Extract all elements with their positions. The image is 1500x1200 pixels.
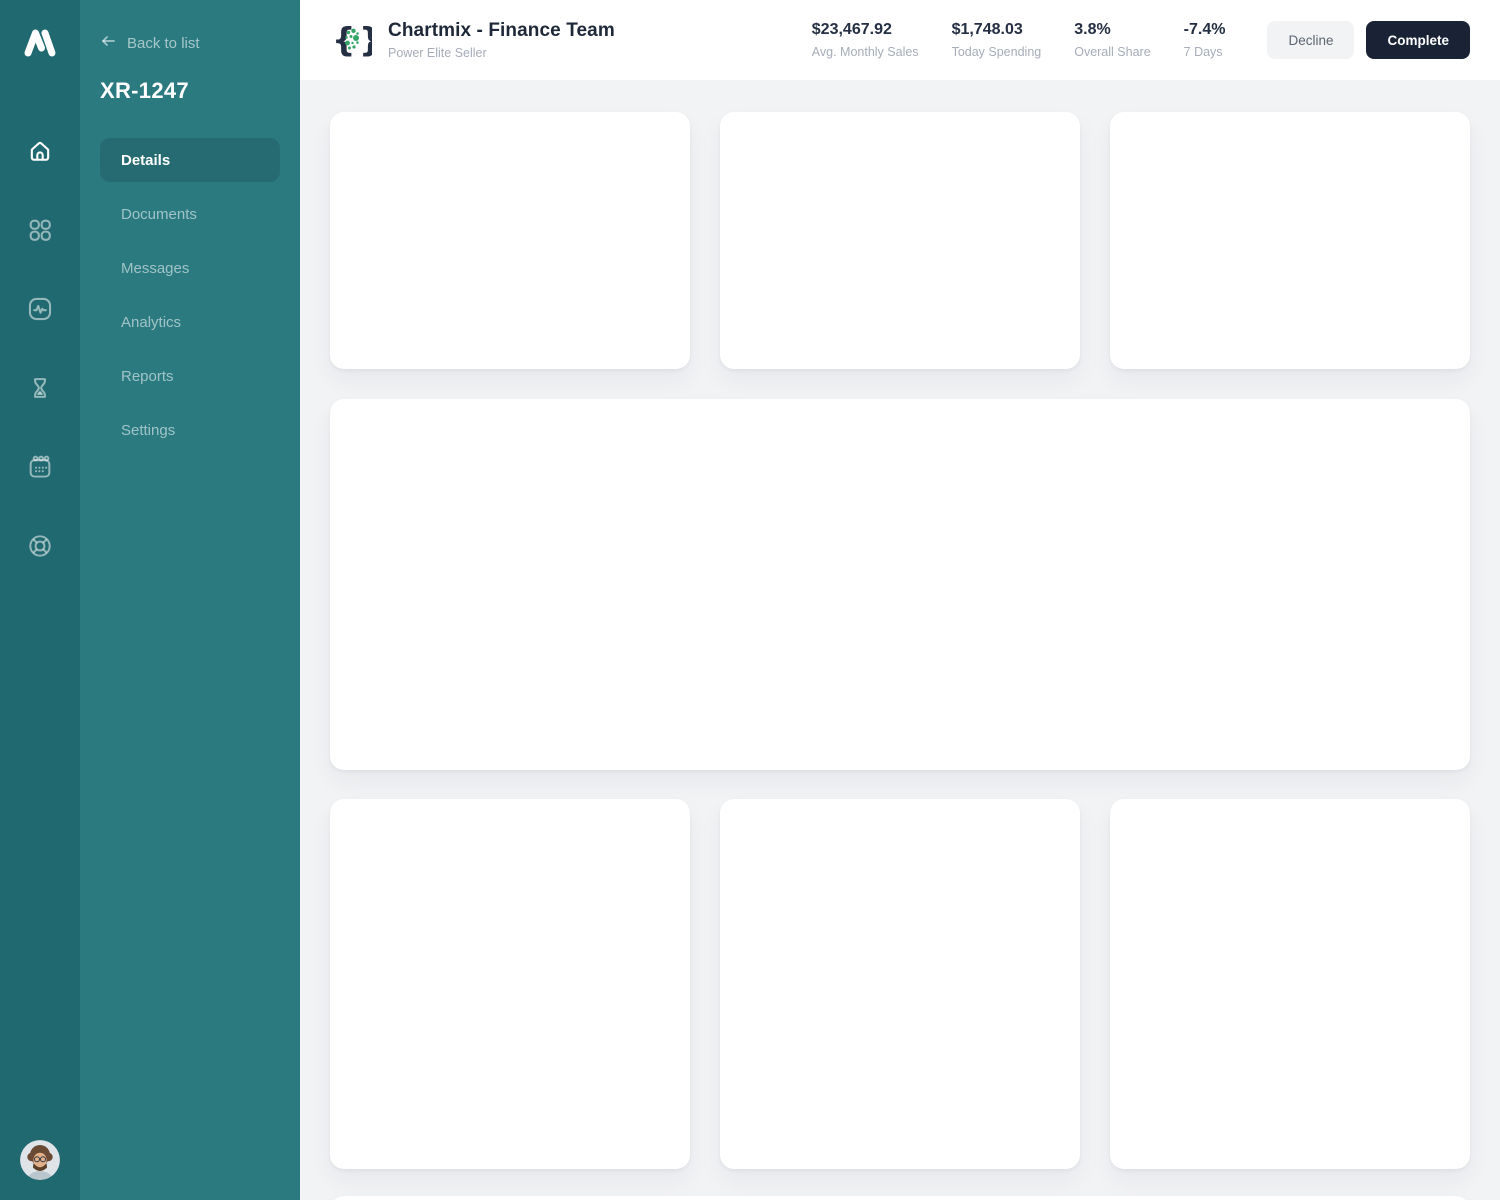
card-wide — [330, 399, 1470, 770]
card-partial — [330, 1196, 1470, 1200]
sidebar-item-messages[interactable]: Messages — [100, 246, 280, 290]
page-header: { } Chartmix - Finance Team Power Elite … — [300, 0, 1500, 80]
svg-text:{: { — [332, 20, 356, 59]
help-ring-icon[interactable] — [25, 531, 55, 561]
stat-avg-monthly-sales: $23,467.92 Avg. Monthly Sales — [812, 21, 919, 59]
stat-today-spending: $1,748.03 Today Spending — [952, 21, 1042, 59]
stat-value: $23,467.92 — [811, 21, 892, 38]
back-to-list-link[interactable]: Back to list — [100, 33, 280, 53]
page-subtitle: Power Elite Seller — [388, 46, 487, 60]
card — [330, 799, 690, 1169]
sidebar: Back to list XR-1247 Details Documents M… — [80, 0, 300, 1200]
icon-rail — [0, 0, 80, 1200]
page-title: Chartmix - Finance Team — [388, 20, 615, 41]
avatar[interactable] — [20, 1140, 60, 1180]
sidebar-item-details[interactable]: Details — [100, 138, 280, 182]
back-arrow-icon — [100, 33, 116, 53]
card — [1110, 799, 1470, 1169]
header-actions: Decline Complete — [1267, 21, 1470, 59]
card — [720, 112, 1080, 369]
sidebar-item-settings[interactable]: Settings — [100, 408, 280, 452]
app-window: Back to list XR-1247 Details Documents M… — [0, 0, 1500, 1200]
decline-button[interactable]: Decline — [1267, 21, 1355, 59]
case-id-title: XR-1247 — [100, 78, 189, 103]
stat-value: 3.8% — [1074, 21, 1111, 38]
sidebar-nav: Details Documents Messages Analytics Rep… — [100, 138, 280, 452]
chartmix-logo-icon: { } — [332, 20, 383, 60]
stat-label: 7 Days — [1183, 45, 1223, 59]
complete-button[interactable]: Complete — [1366, 21, 1470, 59]
header-stats: $23,467.92 Avg. Monthly Sales $1,748.03 … — [812, 21, 1226, 59]
card-row-bottom — [330, 799, 1470, 1169]
back-to-list-label: Back to list — [127, 34, 200, 52]
stat-label: Avg. Monthly Sales — [811, 45, 919, 59]
stat-7-days: -7.4% 7 Days — [1184, 21, 1226, 59]
stat-value: $1,748.03 — [951, 21, 1023, 38]
stat-overall-share: 3.8% Overall Share — [1074, 21, 1150, 59]
card-row-top — [330, 112, 1470, 369]
apps-grid-icon[interactable] — [25, 215, 55, 245]
stat-label: Overall Share — [1074, 45, 1151, 59]
sidebar-item-analytics[interactable]: Analytics — [100, 300, 280, 344]
svg-text:}: } — [359, 20, 372, 59]
home-icon[interactable] — [25, 136, 55, 166]
sidebar-item-reports[interactable]: Reports — [100, 354, 280, 398]
card — [720, 799, 1080, 1169]
stat-value: -7.4% — [1183, 21, 1226, 38]
content-area — [300, 80, 1500, 1200]
m-logo — [22, 24, 58, 60]
activity-icon[interactable] — [25, 294, 55, 324]
calendar-icon[interactable] — [25, 452, 55, 482]
stat-label: Today Spending — [951, 45, 1042, 59]
card — [330, 112, 690, 369]
header-titles: Chartmix - Finance Team Power Elite Sell… — [388, 20, 615, 60]
sidebar-item-documents[interactable]: Documents — [100, 192, 280, 236]
rail-nav — [25, 136, 55, 561]
card — [1110, 112, 1470, 369]
hourglass-icon[interactable] — [25, 373, 55, 403]
main-area: { } Chartmix - Finance Team Power Elite … — [300, 0, 1500, 1200]
